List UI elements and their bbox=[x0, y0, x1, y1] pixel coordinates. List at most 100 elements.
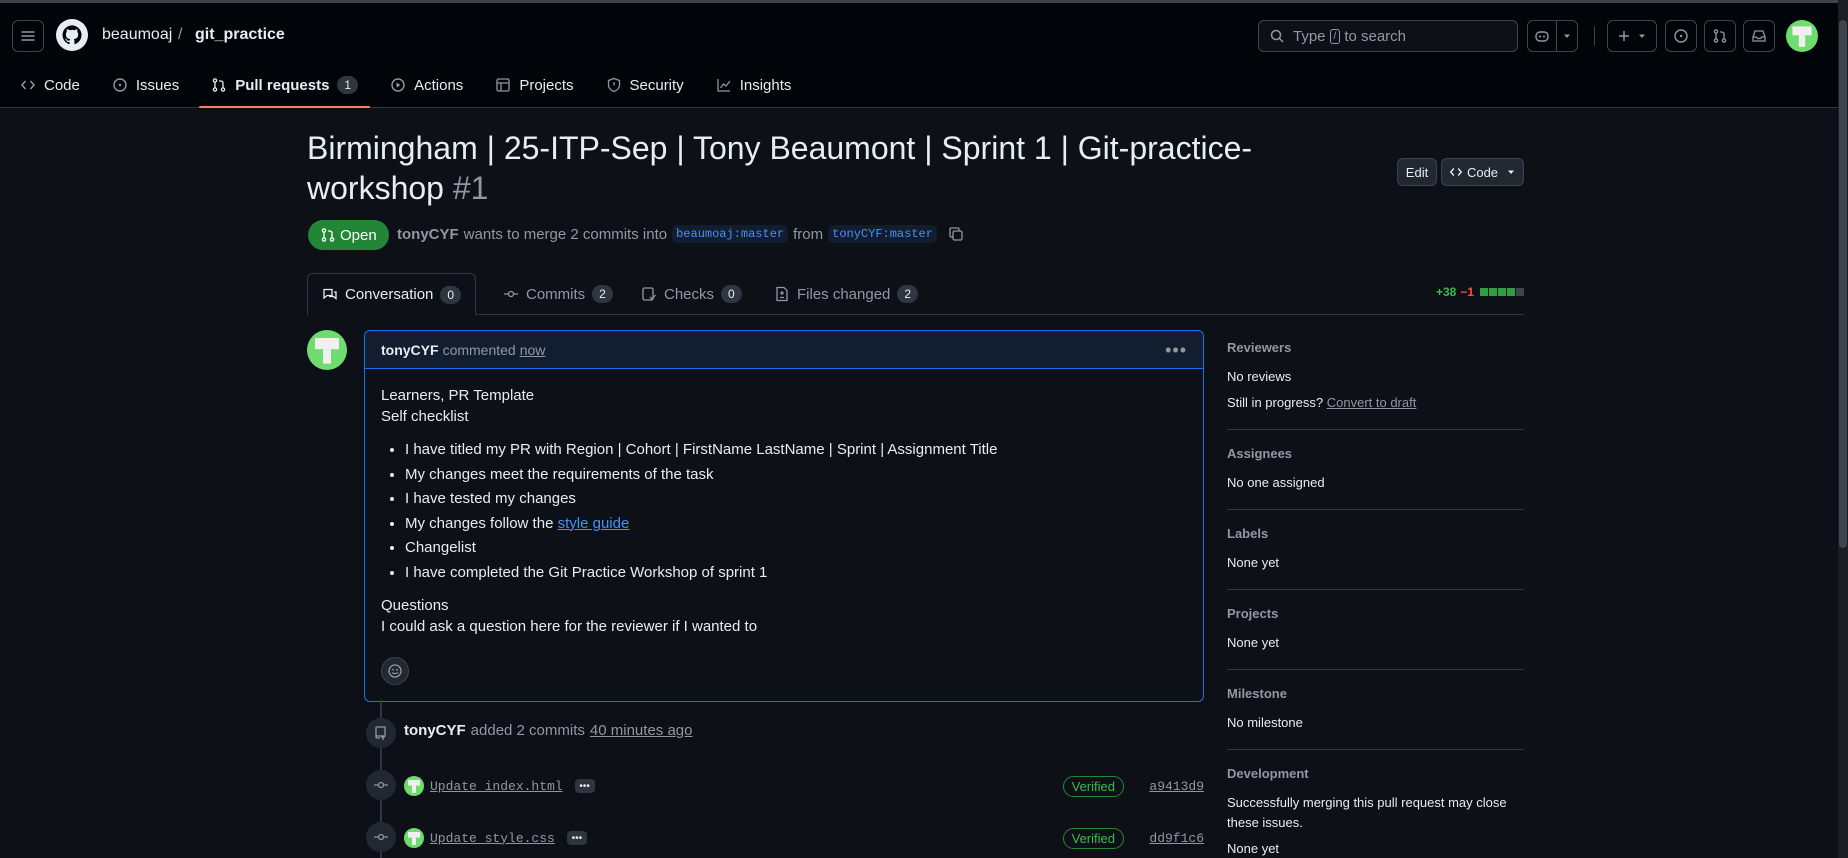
identicon-icon bbox=[1792, 26, 1812, 47]
commit-author-avatar[interactable] bbox=[404, 776, 424, 796]
commit-author-avatar[interactable] bbox=[404, 828, 424, 848]
page-scrollbar[interactable] bbox=[1838, 0, 1848, 858]
diff-bar bbox=[1516, 288, 1524, 296]
copy-icon[interactable] bbox=[948, 226, 964, 242]
tab-conversation[interactable]: Conversation 0 bbox=[307, 273, 477, 316]
file-diff-icon bbox=[776, 286, 788, 302]
head-branch[interactable]: tonyCYF:master bbox=[828, 225, 937, 243]
tab-pull-requests-label: Pull requests bbox=[235, 76, 330, 94]
tab-code-label: Code bbox=[44, 76, 80, 94]
comment-line: Self checklist bbox=[381, 408, 469, 425]
progress-prefix: Still in progress? bbox=[1227, 395, 1324, 410]
reviewers-value: No reviews bbox=[1227, 369, 1292, 384]
tab-commits-count: 2 bbox=[592, 285, 613, 303]
tab-commits-label: Commits bbox=[526, 285, 586, 303]
assignees-section: Assignees No one assigned bbox=[1227, 446, 1524, 510]
pr-author-link[interactable]: tonyCYF bbox=[397, 226, 459, 243]
plus-icon bbox=[1619, 31, 1629, 41]
style-item-prefix: My changes follow the bbox=[405, 514, 554, 532]
list-item: I have titled my PR with Region | Cohort… bbox=[405, 439, 1187, 460]
labels-title[interactable]: Labels bbox=[1227, 526, 1524, 541]
menu-button[interactable] bbox=[12, 20, 44, 52]
triangle-down-icon bbox=[1564, 34, 1570, 38]
convert-to-draft-link[interactable]: Convert to draft bbox=[1327, 395, 1417, 410]
pr-tabs: Conversation 0 Commits 2 Checks 0 Files … bbox=[307, 273, 1524, 316]
tab-actions-label: Actions bbox=[414, 76, 464, 94]
commit-node bbox=[366, 822, 396, 852]
reviewers-title[interactable]: Reviewers bbox=[1227, 340, 1524, 355]
search-icon bbox=[1270, 29, 1284, 43]
expand-commit-button[interactable]: ••• bbox=[574, 779, 595, 793]
diff-bar bbox=[1489, 288, 1497, 296]
pr-number: #1 bbox=[452, 170, 489, 206]
tab-code[interactable]: Code bbox=[0, 62, 96, 108]
commit-row: Update index.html ••• Verified a9413d9 bbox=[404, 774, 1204, 798]
identicon-icon bbox=[315, 338, 339, 364]
git-commit-icon bbox=[374, 833, 388, 841]
diffstat: +38 −1 bbox=[1436, 285, 1524, 299]
tab-issues[interactable]: Issues bbox=[96, 62, 195, 108]
pull-requests-button[interactable] bbox=[1704, 20, 1736, 52]
comment-discussion-icon bbox=[323, 288, 337, 300]
commit-sha-link[interactable]: a9413d9 bbox=[1149, 779, 1204, 794]
labels-value: None yet bbox=[1227, 555, 1280, 570]
tab-security-label: Security bbox=[629, 76, 684, 94]
assignees-value: No one assigned bbox=[1227, 475, 1325, 490]
tab-files-changed[interactable]: Files changed 2 bbox=[760, 273, 932, 315]
tab-pull-requests[interactable]: Pull requests 1 bbox=[195, 62, 374, 108]
comment-body: Learners, PR Template Self checklist I h… bbox=[365, 369, 1203, 653]
inbox-button[interactable] bbox=[1743, 20, 1775, 52]
user-avatar[interactable] bbox=[1786, 20, 1818, 52]
code-dropdown-button[interactable]: Code bbox=[1441, 158, 1524, 186]
milestone-value: No milestone bbox=[1227, 715, 1303, 730]
tab-insights[interactable]: Insights bbox=[700, 62, 808, 108]
copilot-icon bbox=[1535, 31, 1549, 42]
projects-section: Projects None yet bbox=[1227, 606, 1524, 670]
triangle-down-icon bbox=[1508, 170, 1515, 174]
development-title[interactable]: Development bbox=[1227, 766, 1524, 781]
comment-author[interactable]: tonyCYF bbox=[381, 342, 439, 358]
expand-commit-button[interactable]: ••• bbox=[566, 831, 587, 845]
from-text: from bbox=[793, 225, 824, 243]
issues-button[interactable] bbox=[1665, 20, 1697, 52]
edit-title-button[interactable]: Edit bbox=[1397, 158, 1437, 186]
tab-projects[interactable]: Projects bbox=[479, 62, 589, 108]
create-new-button[interactable] bbox=[1607, 20, 1657, 52]
commit-sha-link[interactable]: dd9f1c6 bbox=[1149, 831, 1204, 846]
tab-commits[interactable]: Commits 2 bbox=[489, 273, 627, 315]
tab-security[interactable]: Security bbox=[590, 62, 700, 108]
style-guide-link[interactable]: style guide bbox=[558, 515, 630, 532]
search-input[interactable]: Type / to search bbox=[1258, 20, 1518, 52]
tab-actions[interactable]: Actions bbox=[374, 62, 479, 108]
breadcrumb-owner[interactable]: beaumoaj bbox=[102, 26, 172, 44]
scrollbar-thumb[interactable] bbox=[1839, 20, 1847, 548]
copilot-dropdown-button[interactable] bbox=[1556, 20, 1578, 52]
tab-files-changed-count: 2 bbox=[897, 285, 919, 303]
milestone-title[interactable]: Milestone bbox=[1227, 686, 1524, 701]
tab-checks-label: Checks bbox=[664, 285, 715, 303]
verified-badge[interactable]: Verified bbox=[1062, 827, 1124, 849]
pull-requests-count: 1 bbox=[337, 76, 359, 94]
projects-title[interactable]: Projects bbox=[1227, 606, 1524, 621]
commit-message-link[interactable]: Update style.css bbox=[430, 831, 555, 846]
development-value: None yet bbox=[1227, 841, 1280, 856]
repo-push-icon bbox=[375, 726, 386, 740]
merge-text: wants to merge 2 commits into bbox=[463, 225, 668, 243]
assignees-title[interactable]: Assignees bbox=[1227, 446, 1524, 461]
breadcrumb-repo[interactable]: git_practice bbox=[195, 26, 285, 44]
git-pull-request-icon bbox=[1713, 29, 1727, 43]
add-reaction-button[interactable] bbox=[381, 657, 409, 685]
github-logo-icon[interactable] bbox=[56, 19, 88, 51]
comment-timestamp[interactable]: now bbox=[520, 342, 546, 358]
pr-sidebar: Reviewers No reviews Still in progress? … bbox=[1227, 340, 1524, 858]
event-timestamp[interactable]: 40 minutes ago bbox=[590, 722, 693, 739]
event-author[interactable]: tonyCYF bbox=[404, 722, 466, 739]
inbox-icon bbox=[1752, 30, 1766, 42]
tab-checks[interactable]: Checks 0 bbox=[627, 273, 756, 315]
commit-message-link[interactable]: Update index.html bbox=[430, 779, 563, 794]
comment-author-avatar[interactable] bbox=[307, 330, 347, 370]
copilot-button[interactable] bbox=[1527, 20, 1557, 52]
kebab-horizontal-icon[interactable]: ••• bbox=[1165, 340, 1187, 361]
base-branch[interactable]: beaumoaj:master bbox=[672, 225, 789, 243]
verified-badge[interactable]: Verified bbox=[1062, 775, 1124, 797]
